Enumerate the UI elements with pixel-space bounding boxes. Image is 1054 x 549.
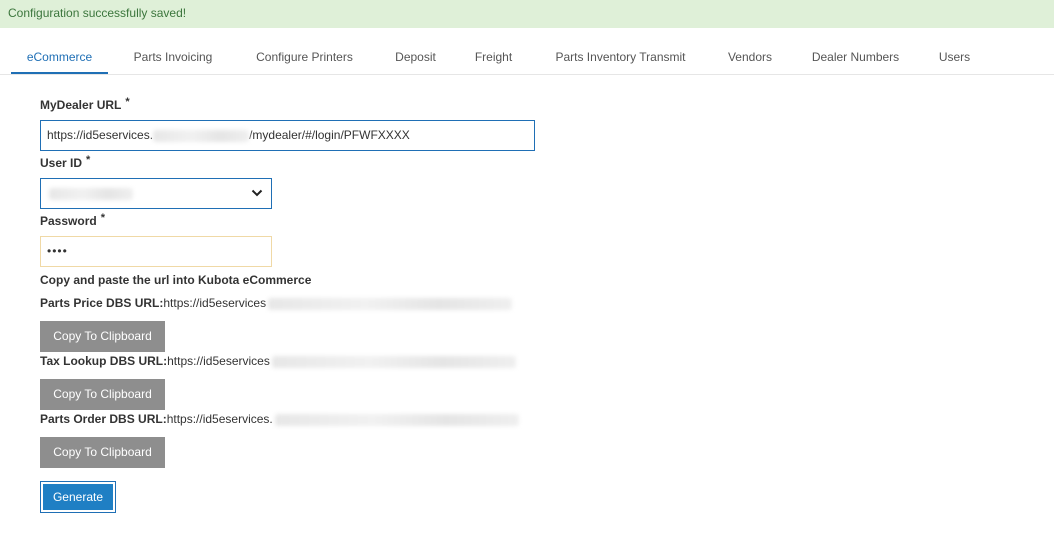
tax-lookup-url-label: Tax Lookup DBS URL: (40, 354, 168, 368)
required-marker: * (86, 154, 91, 166)
copy-parts-order-button[interactable]: Copy To Clipboard (40, 437, 165, 468)
tab-ecommerce[interactable]: eCommerce (11, 43, 108, 74)
generate-button-focus-ring: Generate (40, 481, 116, 513)
parts-order-url-value: https://id5eservices. (166, 412, 273, 426)
password-value: •••• (47, 244, 68, 258)
copy-instructions: Copy and paste the url into Kubota eComm… (40, 273, 312, 287)
tab-freight[interactable]: Freight (462, 43, 525, 74)
redacted-text (49, 188, 133, 200)
redacted-text (153, 129, 250, 142)
copy-parts-price-button[interactable]: Copy To Clipboard (40, 321, 165, 352)
success-alert-message: Configuration successfully saved! (8, 6, 187, 20)
tax-lookup-url-value: https://id5eservices (167, 354, 270, 368)
required-marker: * (100, 212, 105, 224)
tab-parts-inventory-transmit[interactable]: Parts Inventory Transmit (541, 43, 700, 74)
success-alert: Configuration successfully saved! (0, 0, 1054, 28)
mydealer-url-label-text: MyDealer URL (40, 98, 122, 112)
parts-price-url-row: Parts Price DBS URL:https://id5eservices (40, 296, 513, 310)
mydealer-url-suffix: /mydealer/#/login/PFWFXXXX (249, 128, 410, 142)
generate-button[interactable]: Generate (43, 484, 113, 510)
parts-order-url-row: Parts Order DBS URL:https://id5eservices… (40, 412, 519, 426)
mydealer-url-input[interactable]: https://id5eservices. /mydealer/#/login/P… (40, 120, 535, 151)
user-id-label: User ID * (40, 154, 91, 170)
password-input[interactable]: •••• (40, 236, 272, 267)
tab-deposit[interactable]: Deposit (383, 43, 448, 74)
parts-order-url-label: Parts Order DBS URL: (40, 412, 167, 426)
tab-users[interactable]: Users (926, 43, 983, 74)
tax-lookup-url-row: Tax Lookup DBS URL:https://id5eservices (40, 354, 516, 368)
user-id-label-text: User ID (40, 156, 83, 170)
user-id-select[interactable] (40, 178, 272, 209)
password-label-text: Password (40, 214, 97, 228)
chevron-down-icon (251, 189, 263, 197)
tab-parts-invoicing[interactable]: Parts Invoicing (121, 43, 225, 74)
redacted-text (268, 297, 513, 310)
tab-dealer-numbers[interactable]: Dealer Numbers (799, 43, 912, 74)
tab-bar: eCommerce Parts Invoicing Configure Prin… (0, 43, 1054, 75)
mydealer-url-prefix: https://id5eservices. (47, 128, 154, 142)
copy-tax-lookup-button[interactable]: Copy To Clipboard (40, 379, 165, 410)
parts-price-url-label: Parts Price DBS URL: (40, 296, 164, 310)
mydealer-url-label: MyDealer URL * (40, 96, 130, 112)
required-marker: * (125, 96, 130, 108)
redacted-text (271, 355, 516, 368)
redacted-text (274, 413, 519, 426)
parts-price-url-value: https://id5eservices (163, 296, 267, 310)
tab-configure-printers[interactable]: Configure Printers (243, 43, 366, 74)
password-label: Password * (40, 212, 105, 228)
tab-vendors[interactable]: Vendors (716, 43, 784, 74)
